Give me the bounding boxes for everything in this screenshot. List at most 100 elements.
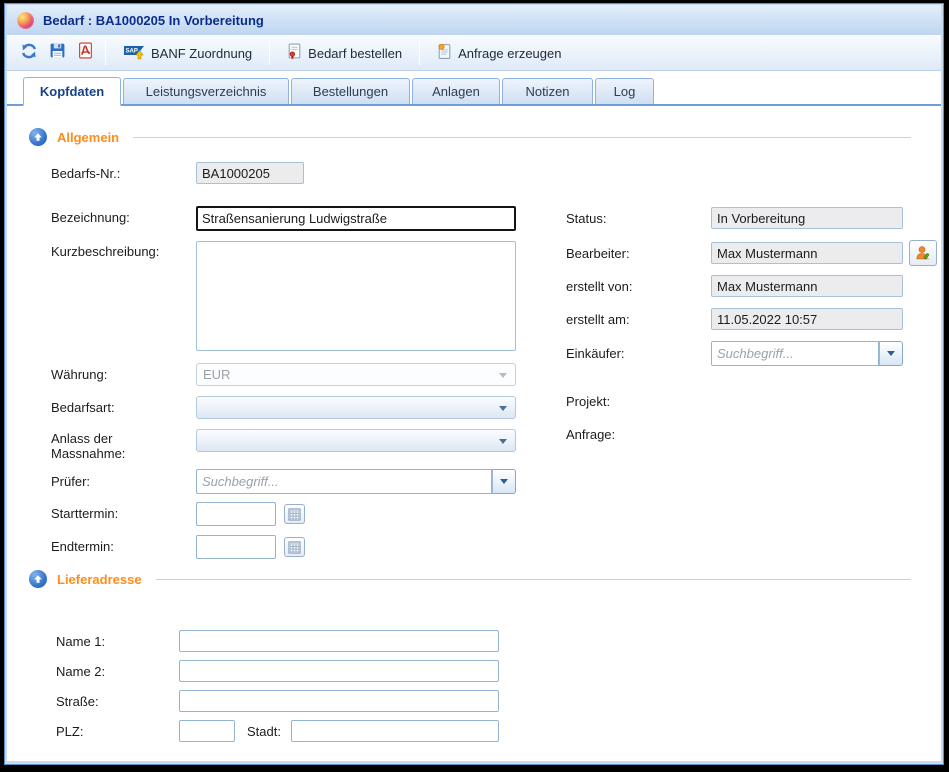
anlass-label: Anlass der Massnahme: <box>51 431 143 461</box>
tab-notizen[interactable]: Notizen <box>502 78 593 104</box>
chevron-down-icon <box>500 479 508 484</box>
anfrage-erzeugen-button[interactable]: Anfrage erzeugen <box>426 40 572 66</box>
starttermin-field[interactable] <box>196 502 276 526</box>
strasse-field[interactable] <box>179 690 499 712</box>
section-lieferadresse-header: Lieferadresse <box>29 570 911 588</box>
tab-label: Kopfdaten <box>40 84 104 99</box>
anfrage-erzeugen-label: Anfrage erzeugen <box>458 46 561 61</box>
einkaeufer-combobox <box>711 341 903 366</box>
name1-field[interactable] <box>179 630 499 652</box>
name1-label: Name 1: <box>56 634 105 649</box>
pruefer-label: Prüfer: <box>51 474 90 489</box>
strasse-label: Straße: <box>56 694 99 709</box>
bearbeiter-field <box>711 242 903 264</box>
chevron-down-icon <box>887 351 895 356</box>
stadt-field[interactable] <box>291 720 499 742</box>
waehrung-value: EUR <box>203 367 230 382</box>
tab-label: Bestellungen <box>313 84 388 99</box>
plz-field[interactable] <box>179 720 235 742</box>
user-edit-icon <box>915 245 931 261</box>
endtermin-field[interactable] <box>196 535 276 559</box>
arrow-up-icon <box>32 131 44 143</box>
save-button[interactable] <box>43 40 71 66</box>
tab-strip: Kopfdaten Leistungsverzeichnis Bestellun… <box>7 71 941 106</box>
erstellt-von-field <box>711 275 903 297</box>
anlass-dropdown[interactable] <box>196 429 516 452</box>
pdf-export-button[interactable] <box>71 40 99 66</box>
einkaeufer-dropdown-button[interactable] <box>879 341 903 366</box>
collapse-lieferadresse-button[interactable] <box>29 570 47 588</box>
chevron-down-icon <box>499 406 507 411</box>
erstellt-am-label: erstellt am: <box>566 312 630 327</box>
name2-field[interactable] <box>179 660 499 682</box>
tab-log[interactable]: Log <box>595 78 654 104</box>
svg-text:SAP: SAP <box>126 48 138 54</box>
app-icon <box>17 12 34 29</box>
banf-zuordnung-button[interactable]: SAP BANF Zuordnung <box>112 40 263 66</box>
toolbar-separator <box>269 41 270 65</box>
pruefer-combobox <box>196 469 516 494</box>
section-rule <box>156 579 911 580</box>
refresh-icon <box>20 42 38 65</box>
calendar-icon <box>288 541 301 554</box>
chevron-down-icon <box>499 373 507 378</box>
tab-label: Leistungsverzeichnis <box>146 84 267 99</box>
waehrung-label: Währung: <box>51 367 107 382</box>
kopfdaten-form: Allgemein Bedarfs-Nr.: Bezeichnung: Kurz… <box>7 106 941 761</box>
order-document-icon <box>287 43 302 63</box>
endtermin-calendar-button[interactable] <box>284 537 305 557</box>
projekt-label: Projekt: <box>566 394 610 409</box>
bezeichnung-field[interactable] <box>196 206 516 231</box>
arrow-up-icon <box>32 573 44 585</box>
tab-label: Notizen <box>525 84 569 99</box>
new-request-document-icon <box>437 43 452 63</box>
section-allgemein-title: Allgemein <box>57 130 119 145</box>
toolbar-separator <box>419 41 420 65</box>
collapse-allgemein-button[interactable] <box>29 128 47 146</box>
app-window: Bedarf : BA1000205 In Vorbereitung <box>4 3 944 765</box>
bearbeiter-select-user-button[interactable] <box>909 240 937 266</box>
toolbar-separator <box>105 41 106 65</box>
waehrung-dropdown: EUR <box>196 363 516 386</box>
window-title: Bedarf : BA1000205 In Vorbereitung <box>43 13 264 28</box>
endtermin-label: Endtermin: <box>51 539 114 554</box>
tab-label: Log <box>614 84 636 99</box>
bedarfs-nr-field <box>196 162 304 184</box>
pruefer-search-input[interactable] <box>196 469 492 494</box>
status-field <box>711 207 903 229</box>
bedarf-bestellen-button[interactable]: Bedarf bestellen <box>276 40 413 66</box>
erstellt-von-label: erstellt von: <box>566 279 632 294</box>
refresh-button[interactable] <box>15 40 43 66</box>
starttermin-label: Starttermin: <box>51 506 118 521</box>
section-lieferadresse-title: Lieferadresse <box>57 572 142 587</box>
bedarfsart-dropdown[interactable] <box>196 396 516 419</box>
tab-label: Anlagen <box>432 84 480 99</box>
stadt-label: Stadt: <box>247 724 281 739</box>
einkaeufer-label: Einkäufer: <box>566 346 625 361</box>
banf-zuordnung-label: BANF Zuordnung <box>151 46 252 61</box>
einkaeufer-search-input[interactable] <box>711 341 879 366</box>
kurzbeschreibung-field[interactable] <box>196 241 516 351</box>
name2-label: Name 2: <box>56 664 105 679</box>
status-label: Status: <box>566 211 606 226</box>
pruefer-dropdown-button[interactable] <box>492 469 516 494</box>
tab-bestellungen[interactable]: Bestellungen <box>291 78 410 104</box>
chevron-down-icon <box>499 439 507 444</box>
kurzbeschreibung-label: Kurzbeschreibung: <box>51 244 159 259</box>
starttermin-calendar-button[interactable] <box>284 504 305 524</box>
sap-banf-icon: SAP <box>123 44 145 63</box>
pdf-icon <box>77 42 94 64</box>
section-allgemein-header: Allgemein <box>29 128 911 146</box>
erstellt-am-field <box>711 308 903 330</box>
tab-kopfdaten[interactable]: Kopfdaten <box>23 77 121 106</box>
save-icon <box>49 42 66 64</box>
bedarf-bestellen-label: Bedarf bestellen <box>308 46 402 61</box>
title-bar: Bedarf : BA1000205 In Vorbereitung <box>7 5 941 35</box>
section-rule <box>133 137 911 138</box>
tab-leistungsverzeichnis[interactable]: Leistungsverzeichnis <box>123 78 289 104</box>
bearbeiter-label: Bearbeiter: <box>566 246 630 261</box>
bedarfs-nr-label: Bedarfs-Nr.: <box>51 166 120 181</box>
anfrage-label: Anfrage: <box>566 427 615 442</box>
tab-anlagen[interactable]: Anlagen <box>412 78 500 104</box>
toolbar: SAP BANF Zuordnung Bedarf bestellen <box>7 35 941 71</box>
